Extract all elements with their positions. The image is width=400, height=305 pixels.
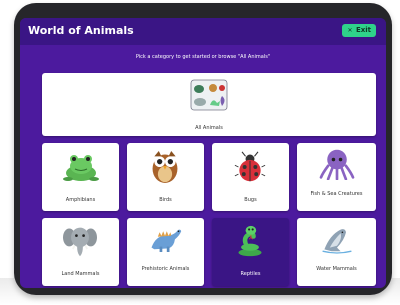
category-bugs[interactable]: Bugs (212, 143, 289, 211)
category-birds[interactable]: Birds (127, 143, 204, 211)
category-label: Amphibians (65, 197, 96, 203)
category-label: All Animals (195, 125, 223, 131)
category-amphibians[interactable]: Amphibians (42, 143, 119, 211)
animal-collage-icon (190, 79, 228, 111)
instruction-text: Pick a category to get started or browse… (135, 54, 271, 60)
close-icon: ✕ (347, 27, 353, 34)
category-fish-sea-creatures[interactable]: Fish & Sea Creatures (297, 143, 376, 211)
category-all-animals[interactable]: All Animals (42, 73, 376, 136)
exit-label: Exit (355, 26, 371, 34)
elephant-icon (63, 227, 97, 257)
category-label: Bugs (244, 197, 257, 203)
title-bar: World of Animals ✕ Exit (20, 18, 386, 45)
app-title: World of Animals (28, 24, 134, 37)
snake-icon (238, 225, 262, 257)
exit-button[interactable]: ✕ Exit (342, 24, 376, 37)
dinosaur-icon (151, 229, 182, 252)
category-label: Prehistoric Animals (141, 266, 190, 272)
category-label: Fish & Sea Creatures (310, 191, 363, 197)
octopus-icon (319, 149, 355, 180)
frog-icon (63, 155, 99, 181)
category-label: Water Mammals (316, 266, 357, 272)
app-screen: World of Animals ✕ Exit Pick a category … (20, 18, 386, 288)
category-prehistoric-animals[interactable]: Prehistoric Animals (127, 218, 204, 286)
category-label: Land Mammals (61, 271, 100, 277)
owl-icon (152, 151, 178, 183)
category-label: Reptiles (240, 271, 261, 277)
whale-icon (322, 229, 352, 254)
ladybug-icon (234, 151, 266, 182)
category-water-mammals[interactable]: Water Mammals (297, 218, 376, 286)
category-reptiles[interactable]: Reptiles (212, 218, 289, 286)
category-label: Birds (159, 197, 172, 203)
category-land-mammals[interactable]: Land Mammals (42, 218, 119, 286)
